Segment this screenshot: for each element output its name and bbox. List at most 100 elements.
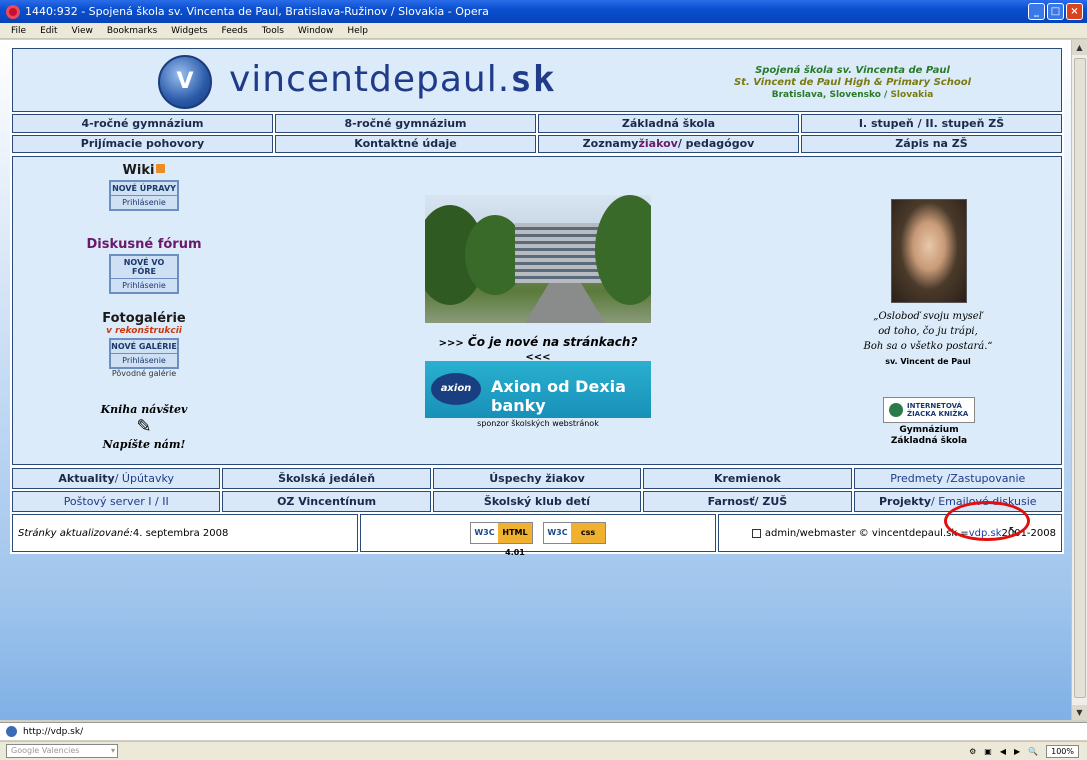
wiki-title-text: Wiki bbox=[122, 163, 155, 178]
nav-news-link[interactable]: Aktuality bbox=[58, 472, 114, 485]
nav-mail-server-link[interactable]: Poštový server I / II bbox=[64, 495, 169, 508]
address-url[interactable]: http://vdp.sk/ bbox=[23, 727, 83, 737]
rss-icon[interactable] bbox=[156, 164, 166, 173]
menu-tools[interactable]: Tools bbox=[255, 26, 291, 36]
nav-school-levels[interactable]: I. stupeň / II. stupeň ZŠ bbox=[801, 114, 1062, 133]
nav-admission-interviews[interactable]: Prijímacie pohovory bbox=[12, 134, 273, 153]
ezk-elementary-link[interactable]: Základná škola bbox=[873, 436, 985, 447]
menu-widgets[interactable]: Widgets bbox=[164, 26, 214, 36]
menu-file[interactable]: File bbox=[4, 26, 33, 36]
menu-feeds[interactable]: Feeds bbox=[215, 26, 255, 36]
whats-new-link[interactable]: >>> Čo je nové na stránkach? <<< bbox=[425, 335, 651, 363]
menu-window[interactable]: Window bbox=[291, 26, 341, 36]
nav-lists-teachers[interactable]: / pedagógov bbox=[678, 137, 755, 150]
status-bar: Google Valencies ▾ ⚙ ▣ ◀ ▶ 🔍 100% bbox=[0, 741, 1087, 760]
wiki-new-edits-link[interactable]: NOVÉ ÚPRAVY bbox=[111, 182, 177, 196]
main-panel: Wiki NOVÉ ÚPRAVY Prihlásenie Diskusné fó… bbox=[12, 156, 1062, 465]
close-button[interactable]: × bbox=[1066, 3, 1083, 20]
quote-line-1: „Osloboď svoju myseľ bbox=[873, 311, 983, 322]
scroll-thumb[interactable] bbox=[1074, 58, 1086, 698]
school-logo[interactable]: V bbox=[158, 55, 212, 109]
school-name-sk: Spojená škola sv. Vincenta de Paul bbox=[755, 65, 950, 76]
wiki-button: NOVÉ ÚPRAVY Prihlásenie bbox=[109, 180, 179, 211]
nav-4-year-gymnasium[interactable]: 4-ročné gymnázium bbox=[12, 114, 273, 133]
guestbook-write-link[interactable]: Napíšte nám! bbox=[89, 438, 199, 451]
zoom-level[interactable]: 100% bbox=[1046, 744, 1079, 758]
nav-projects-link[interactable]: Projekty bbox=[879, 495, 931, 508]
school-info: Spojená škola sv. Vincenta de Paul St. V… bbox=[734, 65, 971, 101]
forum-section: Diskusné fórum NOVÉ VO FÓRE Prihlásenie bbox=[79, 237, 209, 294]
back-icon[interactable]: ◀ bbox=[1000, 747, 1006, 756]
guestbook-title[interactable]: Kniha návštev bbox=[89, 403, 199, 416]
quill-icon[interactable]: ✎ bbox=[89, 416, 199, 438]
minimize-button[interactable]: _ bbox=[1028, 3, 1045, 20]
image-toggle-icon[interactable]: ▣ bbox=[984, 747, 992, 756]
page-frame: V vincentdepaul.sk Spojená škola sv. Vin… bbox=[10, 46, 1064, 557]
nav-elementary-school[interactable]: Základná škola bbox=[538, 114, 799, 133]
scroll-down-icon[interactable]: ▼ bbox=[1072, 705, 1087, 720]
school-location-city: Bratislava, Slovensko / bbox=[771, 90, 888, 100]
school-location-country: Slovakia bbox=[887, 90, 934, 100]
gallery-new-link[interactable]: NOVÉ GALÉRIE bbox=[111, 340, 177, 354]
school-location: Bratislava, Slovensko / Slovakia bbox=[734, 89, 971, 101]
menu-bookmarks[interactable]: Bookmarks bbox=[100, 26, 164, 36]
wiki-title[interactable]: Wiki bbox=[89, 163, 199, 178]
nav-lists-label: Zoznamy bbox=[582, 137, 639, 151]
nav-parish: Farnosť / ZUŠ bbox=[643, 491, 852, 512]
gallery-title[interactable]: Fotogalérie bbox=[89, 311, 199, 326]
menu-view[interactable]: View bbox=[65, 26, 100, 36]
w3c-css-v: css bbox=[571, 523, 605, 543]
turbo-icon[interactable]: ⚙ bbox=[969, 747, 976, 756]
menu-edit[interactable]: Edit bbox=[33, 26, 64, 36]
forum-title[interactable]: Diskusné fórum bbox=[79, 237, 209, 252]
internet-student-book-banner[interactable]: INTERNETOVÁ ŽIACKA KNIŽKA bbox=[883, 397, 975, 423]
nav-teasers-link[interactable]: / Úpútavky bbox=[115, 472, 174, 485]
nav-parish-link[interactable]: Farnosť bbox=[708, 495, 755, 508]
nav-news: Aktuality / Úpútavky bbox=[12, 468, 221, 489]
opera-icon bbox=[6, 4, 20, 19]
nav-after-school-club[interactable]: Školský klub detí bbox=[432, 491, 642, 512]
axion-banner[interactable]: axion Axion od Dexia banky bbox=[425, 361, 651, 418]
ezk-links: Gymnázium Základná škola bbox=[873, 425, 985, 447]
site-name[interactable]: vincentdepaul.sk bbox=[229, 59, 556, 100]
window-titlebar: 1440:932 - Spojená škola sv. Vincenta de… bbox=[0, 0, 1087, 23]
guestbook-section: Kniha návštev ✎ Napíšte nám! bbox=[89, 403, 199, 451]
w3c-css-badge[interactable]: W3C css bbox=[543, 522, 606, 544]
school-name-en: St. Vincent de Paul High & Primary Schoo… bbox=[733, 77, 971, 88]
axion-logo: axion bbox=[431, 373, 481, 405]
search-dropdown-icon[interactable]: ▾ bbox=[111, 745, 115, 757]
forum-new-link[interactable]: NOVÉ VO FÓRE bbox=[111, 256, 177, 279]
w3c-badges: W3C HTML 4.01 W3C css bbox=[360, 514, 716, 557]
maximize-button[interactable]: □ bbox=[1047, 3, 1064, 20]
nav-oz-vincentinum[interactable]: OZ Vincentínum bbox=[222, 491, 431, 512]
gallery-old-link[interactable]: Pôvodné galérie bbox=[89, 369, 199, 378]
vertical-scrollbar[interactable]: ▲ ▼ bbox=[1071, 40, 1087, 720]
search-input[interactable]: Google Valencies ▾ bbox=[6, 744, 118, 758]
scroll-up-icon[interactable]: ▲ bbox=[1072, 40, 1087, 55]
nav-canteen[interactable]: Školská jedáleň bbox=[222, 468, 431, 489]
nav-enrollment[interactable]: Zápis na ZŠ bbox=[801, 134, 1062, 153]
nav-subjects-link[interactable]: Predmety / bbox=[890, 472, 950, 485]
last-updated-label: Stránky aktualizované: bbox=[18, 527, 133, 539]
quote-signature: sv. Vincent de Paul bbox=[885, 357, 971, 366]
nav-kremienok[interactable]: Kremienok bbox=[643, 468, 852, 489]
gallery-login-link[interactable]: Prihlásenie bbox=[111, 354, 177, 367]
forward-icon[interactable]: ▶ bbox=[1014, 747, 1020, 756]
nav-substitutions-link[interactable]: Zastupovanie bbox=[950, 472, 1025, 485]
ezk-gymnasium-link[interactable]: Gymnázium bbox=[873, 425, 985, 436]
nav-zus-link[interactable]: / ZUŠ bbox=[755, 495, 788, 508]
wiki-login-link[interactable]: Prihlásenie bbox=[111, 196, 177, 209]
nav-student-achievements[interactable]: Úspechy žiakov bbox=[432, 468, 642, 489]
admin-webmaster-link[interactable]: admin/webmaster © vincentdepaul.sk = bbox=[765, 528, 969, 539]
site-header: V vincentdepaul.sk Spojená škola sv. Vin… bbox=[12, 48, 1062, 112]
quote-line-3: Boh sa o všetko postará.“ bbox=[863, 341, 993, 352]
zoom-icon: 🔍 bbox=[1028, 746, 1039, 756]
forum-login-link[interactable]: Prihlásenie bbox=[111, 279, 177, 292]
menu-help[interactable]: Help bbox=[340, 26, 375, 36]
window-title: 1440:932 - Spojená škola sv. Vincenta de… bbox=[25, 5, 489, 18]
nav-contact-info[interactable]: Kontaktné údaje bbox=[275, 134, 536, 153]
w3c-html-badge[interactable]: W3C HTML 4.01 bbox=[470, 522, 533, 557]
address-bar[interactable]: http://vdp.sk/ bbox=[0, 722, 1087, 740]
nav-8-year-gymnasium[interactable]: 8-ročné gymnázium bbox=[275, 114, 536, 133]
nav-lists-students[interactable]: žiakov bbox=[638, 137, 677, 150]
